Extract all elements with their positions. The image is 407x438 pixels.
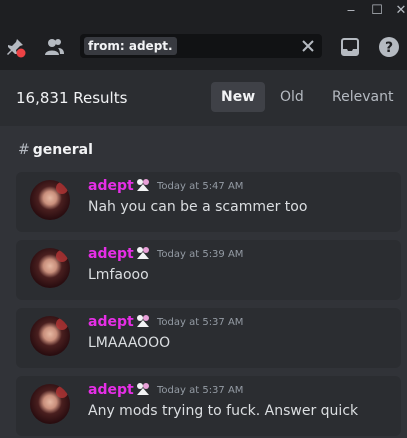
search-result-message[interactable]: adept Today at 5:39 AM Lmfaooo xyxy=(16,240,401,300)
avatar[interactable] xyxy=(30,316,70,356)
author-badge-icon xyxy=(137,179,149,191)
message-text: Nah you can be a scammer too xyxy=(88,199,308,215)
tab-old[interactable]: Old xyxy=(270,82,314,112)
avatar[interactable] xyxy=(30,248,70,288)
search-query[interactable]: from: adept. xyxy=(84,37,177,55)
members-icon[interactable] xyxy=(43,36,65,58)
help-icon[interactable]: ? xyxy=(378,36,400,58)
tab-new[interactable]: New xyxy=(211,82,266,112)
message-timestamp: Today at 5:37 AM xyxy=(157,385,244,396)
channel-name: general xyxy=(32,142,93,158)
search-result-message[interactable]: adept Today at 5:47 AM Nah you can be a … xyxy=(16,172,401,232)
avatar[interactable] xyxy=(30,384,70,424)
channel-heading[interactable]: # general xyxy=(18,142,93,158)
search-result-message[interactable]: adept Today at 5:37 AM LMAAAOOO xyxy=(16,308,401,368)
pin-icon[interactable] xyxy=(4,36,26,58)
message-text: LMAAAOOO xyxy=(88,335,171,351)
maximize-icon[interactable]: ☐ xyxy=(366,2,388,20)
author-badge-icon xyxy=(137,315,149,327)
minimize-icon[interactable]: ‒ xyxy=(340,2,362,20)
search-result-message[interactable]: adept Today at 5:37 AM Any mods trying t… xyxy=(16,376,401,436)
message-text: Any mods trying to fuck. Answer quick xyxy=(88,403,359,419)
message-text: Lmfaooo xyxy=(88,267,149,283)
author-name[interactable]: adept xyxy=(88,178,134,194)
message-timestamp: Today at 5:37 AM xyxy=(157,317,244,328)
search-input[interactable]: from: adept. xyxy=(80,34,322,58)
tab-relevant[interactable]: Relevant xyxy=(322,82,403,112)
message-timestamp: Today at 5:39 AM xyxy=(157,249,244,260)
inbox-icon[interactable] xyxy=(339,36,361,58)
svg-text:?: ? xyxy=(385,40,393,56)
close-icon[interactable]: ✕ xyxy=(390,2,407,20)
author-badge-icon xyxy=(137,383,149,395)
results-count: 16,831 Results xyxy=(16,89,128,107)
message-timestamp: Today at 5:47 AM xyxy=(157,181,244,192)
author-name[interactable]: adept xyxy=(88,314,134,330)
window-titlebar: ‒ ☐ ✕ xyxy=(0,0,407,22)
author-name[interactable]: adept xyxy=(88,246,134,262)
author-badge-icon xyxy=(137,247,149,259)
clear-search-icon[interactable] xyxy=(300,38,316,54)
avatar[interactable] xyxy=(30,180,70,220)
author-name[interactable]: adept xyxy=(88,382,134,398)
channel-hash-icon: # xyxy=(18,142,30,158)
